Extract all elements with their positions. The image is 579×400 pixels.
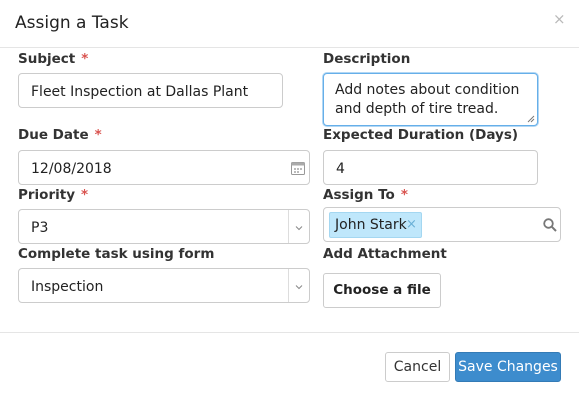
required-marker: *: [94, 127, 102, 143]
search-icon[interactable]: [543, 218, 557, 232]
priority-select[interactable]: P3: [18, 209, 310, 244]
required-marker: *: [81, 51, 89, 67]
priority-label: Priority *: [18, 187, 88, 203]
subject-value: Fleet Inspection at Dallas Plant: [31, 84, 249, 100]
assign-to-label-text: Assign To: [323, 187, 395, 203]
assignee-tag: John Stark ×: [329, 212, 422, 238]
modal-header: Assign a Task ×: [0, 0, 579, 48]
select-divider: [288, 210, 289, 243]
chevron-down-icon[interactable]: [295, 283, 303, 291]
assign-to-input[interactable]: John Stark ×: [323, 207, 561, 242]
subject-input[interactable]: Fleet Inspection at Dallas Plant: [18, 73, 283, 108]
expected-duration-value: 4: [336, 161, 345, 177]
assign-to-label: Assign To *: [323, 187, 408, 203]
resize-handle-icon[interactable]: [527, 115, 535, 123]
complete-form-select[interactable]: Inspection: [18, 268, 310, 303]
description-value: Add notes about condition and depth of t…: [335, 82, 520, 117]
expected-duration-label: Expected Duration (Days): [323, 127, 519, 143]
expected-duration-input[interactable]: 4: [323, 150, 538, 185]
due-date-input[interactable]: 12/08/2018: [18, 150, 310, 185]
tag-remove-icon[interactable]: ×: [406, 213, 417, 237]
due-date-label-text: Due Date: [18, 127, 89, 143]
description-textarea[interactable]: Add notes about condition and depth of t…: [323, 73, 538, 126]
complete-form-label: Complete task using form: [18, 246, 215, 262]
calendar-icon[interactable]: [291, 161, 305, 175]
subject-label: Subject *: [18, 51, 88, 67]
due-date-label: Due Date *: [18, 127, 102, 143]
choose-file-button[interactable]: Choose a file: [323, 273, 441, 308]
add-attachment-label: Add Attachment: [323, 246, 447, 262]
cancel-button[interactable]: Cancel: [385, 352, 450, 382]
modal-title: Assign a Task: [15, 13, 129, 33]
priority-label-text: Priority: [18, 187, 75, 203]
close-icon[interactable]: ×: [553, 11, 566, 27]
required-marker: *: [400, 187, 408, 203]
due-date-value: 12/08/2018: [31, 161, 112, 177]
description-label: Description: [323, 51, 411, 67]
complete-form-selected-value: Inspection: [31, 279, 104, 295]
assignee-tag-label: John Stark: [335, 217, 407, 233]
required-marker: *: [81, 187, 89, 203]
select-divider: [288, 269, 289, 302]
subject-label-text: Subject: [18, 51, 76, 67]
save-changes-button[interactable]: Save Changes: [455, 352, 561, 382]
assign-task-modal: Assign a Task × Subject * Fleet Inspectio…: [0, 0, 579, 400]
chevron-down-icon[interactable]: [295, 224, 303, 232]
priority-selected-value: P3: [31, 220, 49, 236]
modal-footer-divider: [0, 332, 579, 333]
